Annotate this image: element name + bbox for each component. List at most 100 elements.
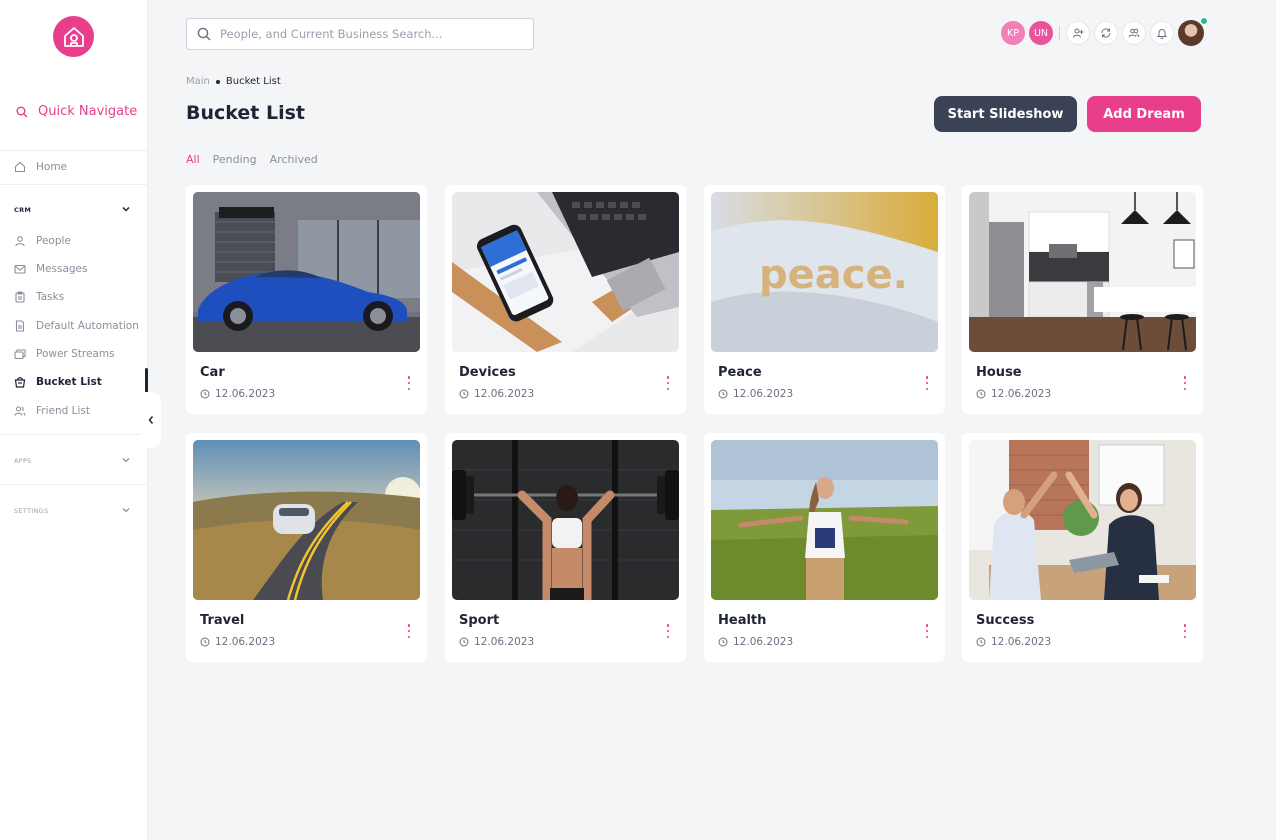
tab-all[interactable]: All	[186, 153, 200, 166]
card-menu-icon[interactable]	[664, 376, 672, 390]
card-date-text: 12.06.2023	[474, 388, 535, 400]
sidebar-item-messages[interactable]: Messages	[14, 260, 88, 278]
sync-button[interactable]	[1094, 21, 1118, 45]
users-icon	[1128, 28, 1140, 38]
clock-icon	[200, 637, 210, 647]
divider	[0, 484, 148, 485]
card-menu-icon[interactable]	[923, 624, 931, 638]
divider	[0, 434, 148, 435]
clock-icon	[459, 637, 469, 647]
avatar-kp[interactable]: KP	[1001, 21, 1025, 45]
stack-icon	[14, 349, 26, 360]
peace-image-text: peace.	[759, 252, 908, 298]
clock-icon	[718, 389, 728, 399]
online-status-dot	[1200, 17, 1208, 25]
card-title: Travel	[200, 613, 245, 628]
friends-icon	[14, 406, 26, 416]
card-date: 12.06.2023	[976, 388, 1051, 400]
notifications-button[interactable]	[1150, 21, 1174, 45]
chevron-down-icon[interactable]	[121, 455, 131, 465]
dream-card-sport[interactable]: Sport 12.06.2023	[445, 433, 686, 662]
card-menu-icon[interactable]	[1181, 376, 1189, 390]
sidebar-item-home[interactable]: Home	[14, 158, 67, 176]
sidebar-item-label: Messages	[36, 263, 88, 275]
quick-navigate-label: Quick Navigate	[38, 104, 138, 119]
sport-image	[452, 440, 679, 600]
add-dream-button[interactable]: Add Dream	[1087, 96, 1201, 132]
sidebar-item-label: Home	[36, 161, 68, 173]
filter-tabs: All Pending Archived	[186, 153, 318, 166]
card-title: Peace	[718, 365, 762, 380]
section-crm-title[interactable]: CRM	[14, 206, 31, 214]
sidebar-item-tasks[interactable]: Tasks	[14, 288, 64, 306]
sidebar: Quick Navigate Home CRM People Messages …	[0, 0, 148, 840]
dream-card-house[interactable]: House 12.06.2023	[962, 185, 1203, 414]
card-menu-icon[interactable]	[405, 376, 413, 390]
users-button[interactable]	[1122, 21, 1146, 45]
section-settings-title[interactable]: SETTINGS	[14, 507, 48, 515]
dream-card-health[interactable]: Health 12.06.2023	[704, 433, 945, 662]
start-slideshow-button[interactable]: Start Slideshow	[934, 96, 1077, 132]
card-title: Devices	[459, 365, 516, 380]
divider	[1059, 26, 1060, 40]
card-menu-icon[interactable]	[405, 624, 413, 638]
dream-card-success[interactable]: Success 12.06.2023	[962, 433, 1203, 662]
sidebar-item-friend-list[interactable]: Friend List	[14, 402, 90, 420]
peace-image: peace.	[711, 192, 938, 352]
card-title: Success	[976, 613, 1035, 628]
card-date-text: 12.06.2023	[991, 636, 1052, 648]
clock-icon	[976, 389, 986, 399]
tab-archived[interactable]: Archived	[270, 153, 318, 166]
dream-card-travel[interactable]: Travel 12.06.2023	[186, 433, 427, 662]
tab-pending[interactable]: Pending	[213, 153, 257, 166]
sidebar-item-label: Default Automation	[36, 320, 139, 332]
chevron-down-icon[interactable]	[121, 505, 131, 515]
sidebar-item-people[interactable]: People	[14, 232, 71, 250]
search-icon	[197, 27, 211, 41]
search-bar[interactable]	[186, 18, 534, 50]
sidebar-item-default-automation[interactable]: Default Automation	[14, 317, 139, 335]
collapse-sidebar-button[interactable]	[141, 392, 161, 448]
user-avatar[interactable]	[1178, 17, 1208, 46]
health-image	[711, 440, 938, 600]
topbar-actions: KP UN	[1001, 17, 1208, 46]
home-icon	[14, 161, 26, 173]
card-date: 12.06.2023	[459, 388, 534, 400]
card-date-text: 12.06.2023	[215, 388, 276, 400]
search-input[interactable]	[220, 27, 520, 41]
section-apps-title[interactable]: APPS	[14, 457, 32, 465]
person-icon	[15, 236, 25, 247]
card-menu-icon[interactable]	[664, 624, 672, 638]
avatar	[1178, 20, 1204, 46]
chevron-left-icon	[148, 416, 154, 424]
mail-icon	[14, 264, 26, 274]
card-date: 12.06.2023	[459, 636, 534, 648]
avatar-un[interactable]: UN	[1029, 21, 1053, 45]
card-menu-icon[interactable]	[923, 376, 931, 390]
travel-image	[193, 440, 420, 600]
chevron-down-icon[interactable]	[121, 204, 131, 214]
car-image	[193, 192, 420, 352]
breadcrumb: Main Bucket List	[186, 76, 281, 87]
divider	[0, 184, 148, 185]
card-title: Car	[200, 365, 225, 380]
devices-image	[452, 192, 679, 352]
card-date-text: 12.06.2023	[215, 636, 276, 648]
sidebar-item-bucket-list[interactable]: Bucket List	[14, 373, 102, 391]
card-date: 12.06.2023	[976, 636, 1051, 648]
dream-card-car[interactable]: Car 12.06.2023	[186, 185, 427, 414]
quick-navigate-button[interactable]: Quick Navigate	[16, 104, 137, 119]
page-title: Bucket List	[186, 102, 305, 124]
card-date-text: 12.06.2023	[733, 636, 794, 648]
breadcrumb-main[interactable]: Main	[186, 76, 210, 87]
card-date-text: 12.06.2023	[733, 388, 794, 400]
sidebar-item-power-streams[interactable]: Power Streams	[14, 345, 115, 363]
home-logo-icon[interactable]	[53, 16, 94, 57]
dream-card-peace[interactable]: peace. Peace 12.06.2023	[704, 185, 945, 414]
dream-card-devices[interactable]: Devices 12.06.2023	[445, 185, 686, 414]
card-date: 12.06.2023	[718, 388, 793, 400]
card-menu-icon[interactable]	[1181, 624, 1189, 638]
search-icon	[16, 106, 28, 117]
add-user-button[interactable]	[1066, 21, 1090, 45]
sidebar-item-label: Bucket List	[36, 376, 102, 388]
